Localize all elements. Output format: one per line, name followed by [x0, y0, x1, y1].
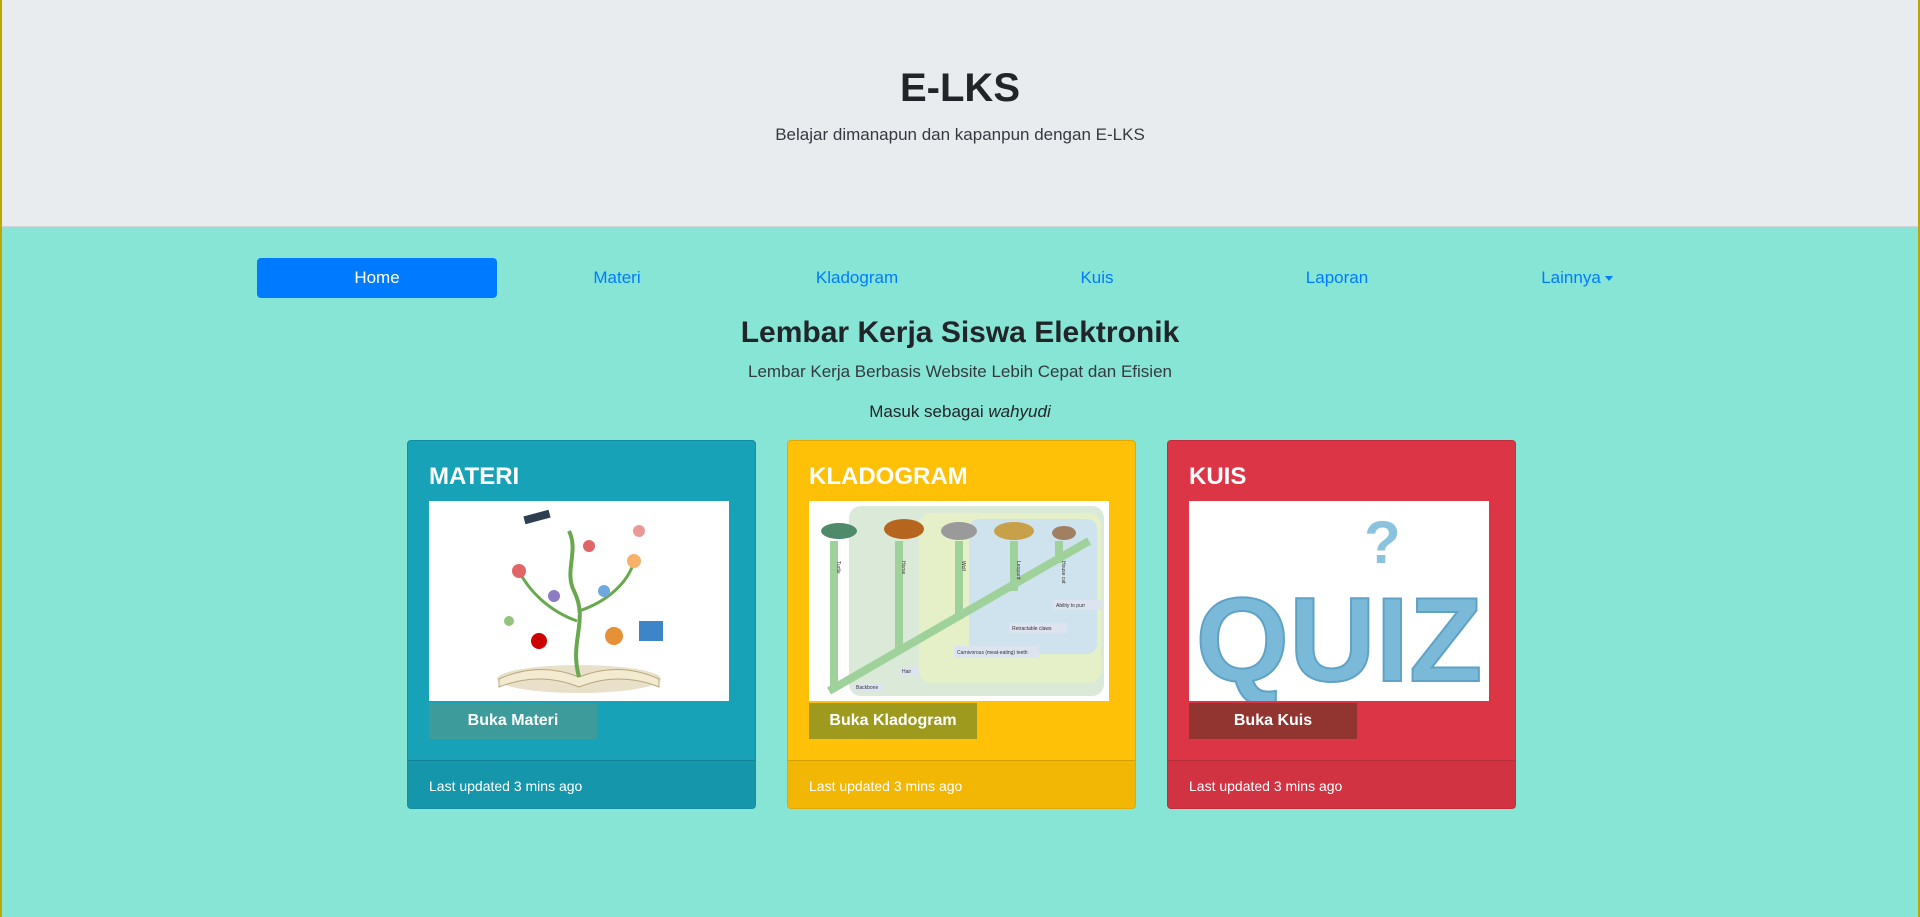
nav-home[interactable]: Home [257, 258, 497, 298]
card-footer: Last updated 3 mins ago [1168, 760, 1515, 808]
login-username: wahyudi [988, 402, 1051, 421]
card-body: MATERI Buka Materi [408, 441, 755, 760]
card-title: KUIS [1189, 463, 1247, 490]
caret-down-icon [1604, 275, 1613, 281]
card-materi: MATERI Buka Materi Last updated 3 mins a… [407, 440, 756, 809]
card-title: MATERI [429, 463, 520, 490]
nav-laporan[interactable]: Laporan [1217, 258, 1457, 298]
open-kuis-button[interactable]: Buka Kuis [1189, 703, 1357, 739]
open-materi-button[interactable]: Buka Materi [429, 703, 597, 739]
nav-kuis[interactable]: Kuis [977, 258, 1217, 298]
card-body: KLADOGRAM Turtle Horse Wolf Leopard Hous… [788, 441, 1135, 760]
page-title: Lembar Kerja Siswa Elektronik [740, 316, 1180, 349]
card-footer: Last updated 3 mins ago [408, 760, 755, 808]
page-subtitle: Lembar Kerja Berbasis Website Lebih Cepa… [748, 362, 1172, 381]
cladogram-label-turtle: Turtle [835, 561, 841, 574]
cladogram-label-horse: Horse [900, 561, 906, 575]
login-status: Masuk sebagai wahyudi [2, 402, 1918, 422]
nav-lainnya-dropdown[interactable]: Lainnya [1457, 258, 1697, 298]
login-prefix: Masuk sebagai [869, 402, 984, 421]
cladogram-image: Turtle Horse Wolf Leopard House cat Abil… [809, 501, 1109, 701]
card-kuis: KUIS ? QUIZ Buka Kuis Last updated 3 min… [1167, 440, 1516, 809]
cladogram-label-leopard: Leopard [1015, 561, 1021, 580]
cladogram-trait-backbone: Backbone [856, 685, 878, 691]
main-nav: Home Materi Kladogram Kuis Laporan Lainn… [257, 258, 1697, 298]
nav-lainnya-label: Lainnya [1541, 268, 1601, 287]
cladogram-trait-purr: Ability to purr [1056, 603, 1086, 609]
card-footer: Last updated 3 mins ago [788, 760, 1135, 808]
brand-title: E-LKS [900, 66, 1020, 110]
card-body: KUIS ? QUIZ Buka Kuis [1168, 441, 1515, 760]
brand-tagline: Belajar dimanapun dan kapanpun dengan E-… [775, 125, 1145, 144]
cladogram-trait-claws: Retractable claws [1012, 626, 1052, 632]
svg-text:?: ? [1364, 509, 1401, 576]
quiz-lettering: QUIZ [1196, 573, 1483, 701]
cladogram-trait-teeth: Carnivorous (meat-eating) teeth [957, 650, 1028, 656]
header-jumbotron: E-LKS Belajar dimanapun dan kapanpun den… [2, 0, 1918, 227]
quiz-image: ? QUIZ [1189, 501, 1489, 701]
cladogram-label-wolf: Wolf [960, 561, 966, 572]
nav-kladogram[interactable]: Kladogram [737, 258, 977, 298]
card-kladogram: KLADOGRAM Turtle Horse Wolf Leopard Hous… [787, 440, 1136, 809]
cladogram-trait-hair: Hair [902, 669, 912, 675]
card-title: KLADOGRAM [809, 463, 968, 490]
nav-materi[interactable]: Materi [497, 258, 737, 298]
open-kladogram-button[interactable]: Buka Kladogram [809, 703, 977, 739]
cladogram-label-house-cat: House cat [1060, 561, 1066, 584]
book-tree-image [429, 501, 729, 701]
